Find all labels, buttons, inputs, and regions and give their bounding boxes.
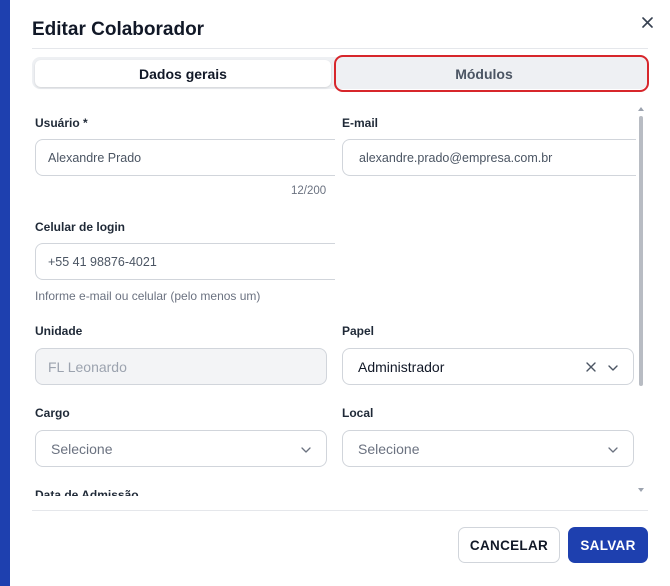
chevron-down-icon [608,365,618,371]
form-scroll-area[interactable]: Usuário * Alexandre Prado 12/200 E-mail … [30,104,648,496]
local-select[interactable]: Selecione [342,430,634,467]
unidade-value: FL Leonardo [48,358,127,375]
cargo-label: Cargo [35,406,70,420]
papel-select[interactable]: Administrador [342,348,634,385]
email-input[interactable]: alexandre.prado@empresa.com.br [342,139,636,176]
papel-label: Papel [342,324,375,338]
usuario-char-counter: 12/200 [291,185,327,197]
celular-label: Celular de login [35,220,126,234]
celular-value: +55 41 98876-4021 [48,254,157,269]
cargo-select[interactable]: Selecione [35,430,327,467]
usuario-label: Usuário * [35,116,88,130]
celular-hint: Informe e-mail ou celular (pelo menos um… [35,289,261,303]
save-button[interactable]: SALVAR [568,527,648,563]
header-divider [32,48,648,49]
scroll-down-icon[interactable] [638,487,644,493]
celular-input[interactable]: +55 41 98876-4021 [35,243,335,280]
unidade-input: FL Leonardo [35,348,327,385]
scroll-thumb[interactable] [639,116,643,386]
backdrop [0,0,10,586]
form-scrollbar[interactable] [638,104,644,496]
chevron-down-icon [608,447,618,453]
close-icon [641,16,653,28]
email-label: E-mail [342,116,379,130]
unidade-label: Unidade [35,324,83,338]
email-value: alexandre.prado@empresa.com.br [359,150,553,165]
admissao-label: Data de Admissão [35,488,139,496]
close-button[interactable] [638,13,656,31]
usuario-value: Alexandre Prado [48,150,142,165]
tab-modulos[interactable]: Módulos [336,60,632,87]
cancel-button[interactable]: CANCELAR [458,527,560,563]
cargo-placeholder: Selecione [51,440,113,457]
tab-bar: Dados gerais Módulos [32,57,648,89]
clear-icon[interactable] [585,361,597,373]
local-label: Local [342,406,374,420]
tab-dados-gerais[interactable]: Dados gerais [35,60,331,87]
usuario-input[interactable]: Alexandre Prado [35,139,335,176]
papel-value: Administrador [358,358,445,375]
edit-collaborator-dialog: Editar Colaborador Dados gerais Módulos … [10,0,670,586]
scroll-up-icon[interactable] [638,106,644,112]
local-placeholder: Selecione [358,440,420,457]
footer-divider [32,510,648,511]
dialog-title: Editar Colaborador [32,19,205,40]
chevron-down-icon [301,447,311,453]
